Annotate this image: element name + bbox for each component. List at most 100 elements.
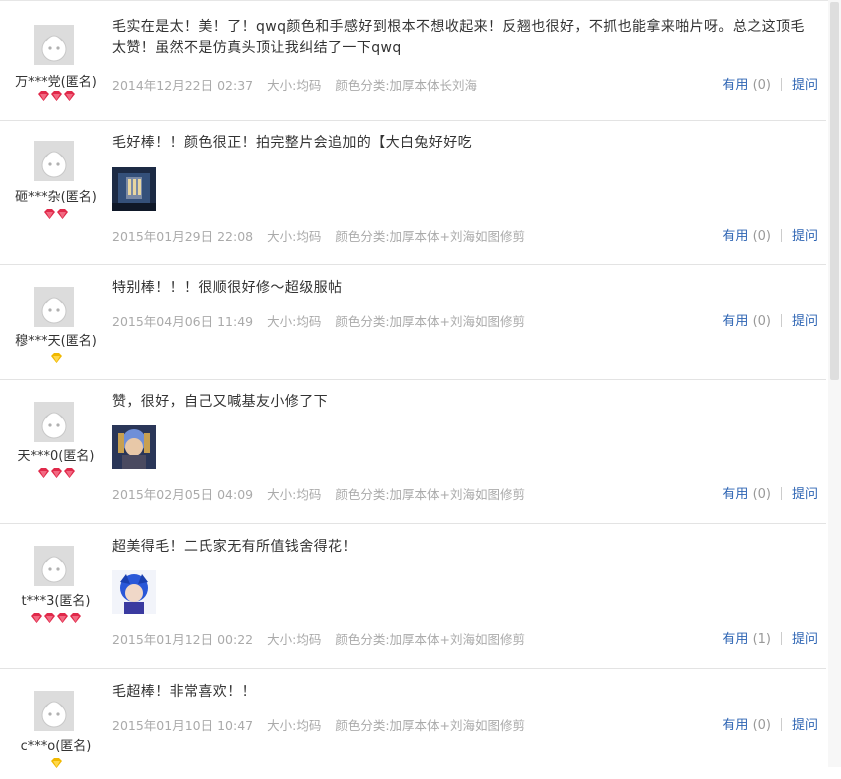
useful-button[interactable]: 有用 (0)	[722, 718, 771, 733]
rank-badge	[0, 353, 112, 363]
color-info: 颜色分类:加厚本体长刘海	[335, 78, 478, 93]
username: 砸***杂(匿名)	[15, 190, 97, 205]
color-info: 颜色分类:加厚本体+刘海如图修剪	[335, 632, 526, 647]
red-gem-icon	[56, 209, 69, 219]
review-item: 穆***天(匿名) 特别棒！！！很顺很好修～超级服帖 2015年04月06日 1…	[0, 265, 826, 380]
useful-button[interactable]: 有用 (0)	[722, 314, 771, 329]
review-date: 2014年12月22日 02:37	[112, 78, 254, 93]
review-actions: 有用 (0) 提问	[722, 310, 818, 329]
avatar[interactable]	[34, 402, 74, 442]
review-meta: 2015年01月12日 00:22 大小:均码 颜色分类:加厚本体+刘海如图修剪	[112, 629, 539, 648]
size-info: 大小:均码	[267, 718, 322, 733]
review-date: 2015年01月12日 00:22	[112, 632, 254, 647]
review-item: 砸***杂(匿名) 毛好棒！！颜色很正！拍完整片会追加的【大白兔好好吃 2015…	[0, 121, 826, 265]
review-meta: 2015年04月06日 11:49 大小:均码 颜色分类:加厚本体+刘海如图修剪	[112, 311, 539, 330]
review-meta: 2014年12月22日 02:37 大小:均码 颜色分类:加厚本体长刘海	[112, 75, 491, 94]
red-gem-icon	[50, 468, 63, 478]
color-info: 颜色分类:加厚本体+刘海如图修剪	[335, 487, 526, 502]
review-date: 2015年02月05日 04:09	[112, 487, 254, 502]
scrollbar[interactable]	[828, 0, 841, 767]
review-item: c***o(匿名) 毛超棒！非常喜欢！！ 2015年01月10日 10:47 大小…	[0, 669, 826, 779]
avatar[interactable]	[34, 546, 74, 586]
action-divider	[780, 314, 782, 327]
avatar[interactable]	[34, 287, 74, 327]
review-actions: 有用 (0) 提问	[722, 74, 818, 93]
avatar[interactable]	[34, 141, 74, 181]
username: 天***0(匿名)	[17, 449, 95, 464]
review-text: 毛实在是太！美！了！qwq颜色和手感好到根本不想收起来！反翘也很好，不抓也能拿来…	[112, 19, 805, 56]
avatar[interactable]	[34, 691, 74, 731]
avatar[interactable]	[34, 25, 74, 65]
red-gem-icon	[63, 91, 76, 101]
review-photo[interactable]	[112, 425, 156, 469]
rank-badge	[0, 613, 112, 623]
review-actions: 有用 (0) 提问	[722, 714, 818, 733]
color-info: 颜色分类:加厚本体+刘海如图修剪	[335, 314, 526, 329]
review-date: 2015年04月06日 11:49	[112, 314, 254, 329]
size-info: 大小:均码	[267, 229, 322, 244]
ask-button[interactable]: 提问	[792, 718, 818, 733]
useful-label: 有用	[722, 632, 749, 647]
size-info: 大小:均码	[267, 487, 322, 502]
review-text: 毛超棒！非常喜欢！！	[112, 684, 256, 700]
useful-button[interactable]: 有用 (0)	[722, 487, 771, 502]
review-date: 2015年01月10日 10:47	[112, 718, 254, 733]
ask-button[interactable]: 提问	[792, 632, 818, 647]
review-meta: 2015年02月05日 04:09 大小:均码 颜色分类:加厚本体+刘海如图修剪	[112, 484, 539, 503]
review-content: 毛好棒！！颜色很正！拍完整片会追加的【大白兔好好吃	[112, 133, 826, 211]
ask-button[interactable]: 提问	[792, 229, 818, 244]
red-gem-icon	[37, 91, 50, 101]
useful-button[interactable]: 有用 (0)	[722, 229, 771, 244]
yellow-diamond-icon	[50, 353, 63, 363]
red-gem-icon	[43, 613, 56, 623]
review-text: 特别棒！！！很顺很好修～超级服帖	[112, 280, 343, 296]
ask-button[interactable]: 提问	[792, 487, 818, 502]
review-content: 特别棒！！！很顺很好修～超级服帖	[112, 278, 826, 299]
review-actions: 有用 (1) 提问	[722, 628, 818, 647]
username: 万***党(匿名)	[15, 75, 97, 90]
red-gem-icon	[37, 468, 50, 478]
useful-label: 有用	[722, 314, 749, 329]
review-text: 超美得毛！二氏家无有所值钱舍得花！	[112, 539, 357, 555]
action-divider	[780, 78, 782, 91]
rank-badge	[0, 91, 112, 101]
action-divider	[780, 487, 782, 500]
color-info: 颜色分类:加厚本体+刘海如图修剪	[335, 229, 526, 244]
action-divider	[780, 718, 782, 731]
rank-badge	[0, 468, 112, 478]
username: 穆***天(匿名)	[15, 334, 97, 349]
action-divider	[780, 632, 782, 645]
review-photo[interactable]	[112, 167, 156, 211]
review-item: 天***0(匿名) 赞，很好，自己又喊基友小修了下 2015年02月05日 04…	[0, 380, 826, 524]
ask-button[interactable]: 提问	[792, 78, 818, 93]
useful-label: 有用	[722, 229, 749, 244]
scrollbar-thumb[interactable]	[830, 2, 839, 380]
useful-label: 有用	[722, 718, 749, 733]
review-meta: 2015年01月29日 22:08 大小:均码 颜色分类:加厚本体+刘海如图修剪	[112, 226, 539, 245]
username: c***o(匿名)	[20, 739, 92, 754]
size-info: 大小:均码	[267, 78, 322, 93]
ask-button[interactable]: 提问	[792, 314, 818, 329]
review-meta: 2015年01月10日 10:47 大小:均码 颜色分类:加厚本体+刘海如图修剪	[112, 715, 539, 734]
review-actions: 有用 (0) 提问	[722, 225, 818, 244]
useful-count: (1)	[752, 632, 771, 647]
review-item: t***3(匿名) 超美得毛！二氏家无有所值钱舍得花！ 2015年01月12日 …	[0, 524, 826, 669]
useful-button[interactable]: 有用 (0)	[722, 78, 771, 93]
review-content: 毛超棒！非常喜欢！！	[112, 682, 826, 703]
review-item: 万***党(匿名) 毛实在是太！美！了！qwq颜色和手感好到根本不想收起来！反翘…	[0, 1, 826, 121]
review-actions: 有用 (0) 提问	[722, 483, 818, 502]
useful-button[interactable]: 有用 (1)	[722, 632, 771, 647]
review-content: 超美得毛！二氏家无有所值钱舍得花！	[112, 537, 826, 614]
red-gem-icon	[43, 209, 56, 219]
review-date: 2015年01月29日 22:08	[112, 229, 254, 244]
useful-count: (0)	[752, 78, 771, 93]
review-photo[interactable]	[112, 570, 156, 614]
review-content: 赞，很好，自己又喊基友小修了下	[112, 392, 826, 469]
useful-count: (0)	[752, 229, 771, 244]
useful-label: 有用	[722, 78, 749, 93]
username: t***3(匿名)	[21, 594, 91, 609]
action-divider	[780, 229, 782, 242]
useful-count: (0)	[752, 314, 771, 329]
color-info: 颜色分类:加厚本体+刘海如图修剪	[335, 718, 526, 733]
red-gem-icon	[50, 91, 63, 101]
